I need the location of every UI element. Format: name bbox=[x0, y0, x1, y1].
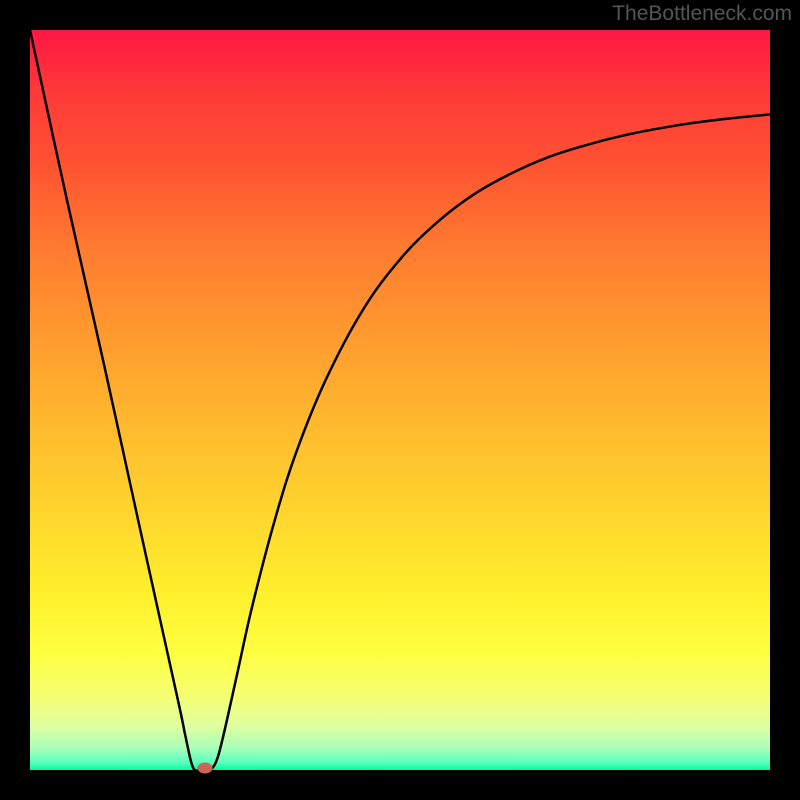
watermark-text: TheBottleneck.com bbox=[612, 2, 792, 26]
chart-svg bbox=[30, 30, 770, 770]
plot-area bbox=[30, 30, 770, 770]
chart-frame: TheBottleneck.com bbox=[0, 0, 800, 800]
data-curve bbox=[30, 30, 770, 770]
minimum-marker bbox=[197, 762, 212, 773]
